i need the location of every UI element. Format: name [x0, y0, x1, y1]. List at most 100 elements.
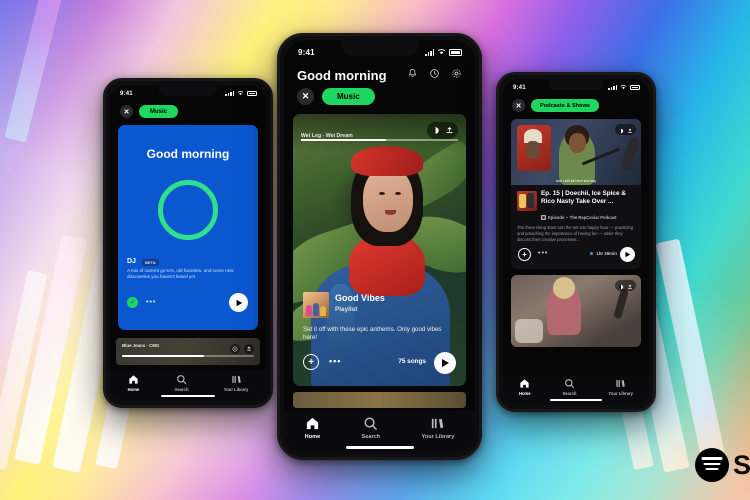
home-icon	[306, 417, 319, 429]
nav-search-label: Search	[562, 391, 577, 396]
share-icon[interactable]	[244, 344, 254, 354]
home-indicator	[550, 398, 602, 401]
dj-card[interactable]: Good morning DJ BETA A mix of current go…	[118, 125, 258, 330]
nav-home[interactable]: Home	[305, 416, 320, 440]
share-icon[interactable]	[627, 277, 633, 295]
battery-icon	[247, 91, 257, 96]
wifi-icon	[237, 90, 244, 98]
playlist-song-count: 75 songs	[398, 358, 426, 365]
now-playing-title: Blue Jeans · CMG	[122, 343, 160, 348]
episode-caption: and I will sit here and say	[555, 179, 597, 183]
spotify-logo-icon	[694, 448, 729, 482]
share-icon[interactable]	[627, 121, 633, 139]
playlist-more-icon[interactable]: •••	[329, 356, 341, 366]
nav-search-label: Search	[361, 433, 381, 440]
add-icon[interactable]: +	[518, 248, 531, 261]
check-icon[interactable]: ✓	[127, 297, 138, 308]
cellular-signal-icon	[225, 91, 234, 96]
second-episode-card[interactable]	[511, 275, 641, 347]
dj-more-icon[interactable]: •••	[146, 299, 156, 306]
speaker-mute-icon[interactable]	[618, 121, 624, 139]
episode-video: and I will sit here and say	[511, 119, 641, 185]
notch	[341, 40, 418, 56]
nav-home[interactable]: Home	[127, 374, 140, 392]
library-icon	[231, 376, 241, 383]
status-time: 9:41	[120, 90, 133, 97]
nav-search[interactable]: Search	[361, 416, 381, 440]
filter-pill-podcasts[interactable]: Podcasts & Shows	[531, 99, 600, 112]
episode-type: Episode	[548, 215, 565, 220]
header-center: Good morning	[284, 66, 475, 84]
episode-separator: •	[566, 215, 568, 220]
home-icon	[520, 379, 529, 388]
close-icon[interactable]: ✕	[512, 99, 525, 112]
speaker-icon[interactable]	[230, 344, 240, 354]
nav-library[interactable]: Your Library	[223, 374, 249, 392]
nav-home-label: Home	[127, 387, 140, 392]
search-icon	[565, 379, 575, 389]
nav-search[interactable]: Search	[175, 374, 189, 392]
play-icon	[625, 251, 631, 258]
episode-show: The RapCaviar Podcast	[569, 215, 617, 220]
nav-library[interactable]: Your Library	[608, 378, 633, 396]
play-icon	[442, 359, 449, 367]
status-time: 9:41	[298, 48, 315, 57]
filter-pill-music[interactable]: Music	[322, 88, 375, 105]
phone-right-screen: 9:41 ✕ Podcasts & Shows and I will sit h…	[503, 79, 649, 405]
add-icon[interactable]: +	[303, 354, 319, 370]
episode-more-icon[interactable]: •••	[538, 250, 548, 257]
clock-icon[interactable]	[429, 66, 440, 84]
video-controls	[427, 122, 458, 139]
dj-orb-icon	[158, 180, 218, 240]
phone-center-screen: 9:41 Good morning ✕ Music Wet Leg - Wet …	[284, 40, 475, 453]
playlist-thumbnail	[303, 292, 329, 318]
search-icon	[364, 417, 378, 430]
speaker-mute-icon[interactable]	[431, 122, 440, 140]
wifi-icon	[437, 48, 446, 57]
library-icon	[616, 380, 625, 387]
now-playing-strip-center[interactable]	[293, 392, 466, 408]
close-icon[interactable]: ✕	[297, 88, 314, 105]
spotify-wordmark: S	[732, 449, 750, 480]
episode-duration-label: 1hr 39min	[596, 251, 617, 256]
playlist-description: Set it off with these epic anthems. Only…	[303, 326, 442, 342]
nav-library-label: Your Library	[223, 387, 249, 392]
playlist-video-card[interactable]: Wet Leg - Wet Dream Good Vibes Playlist …	[293, 114, 466, 386]
episode-play-button[interactable]	[620, 247, 635, 262]
nav-library-label: Your Library	[608, 391, 633, 396]
filter-row-left: ✕ Music	[120, 105, 179, 118]
now-playing-progress[interactable]	[122, 355, 254, 357]
filter-row-right: ✕ Podcasts & Shows	[512, 99, 600, 112]
episode-meta: Episode • The RapCaviar Podcast	[541, 215, 617, 220]
cellular-signal-icon	[425, 49, 434, 56]
phone-right: 9:41 ✕ Podcasts & Shows and I will sit h…	[496, 72, 656, 412]
playlist-play-button[interactable]	[434, 352, 456, 374]
dj-greeting: Good morning	[146, 147, 230, 161]
phone-left-screen: 9:41 ✕ Music Good morning DJ BETA A mix …	[110, 85, 266, 401]
notch	[159, 85, 217, 96]
dj-play-button[interactable]	[229, 293, 248, 312]
unplayed-dot-icon	[589, 251, 594, 256]
phone-left: 9:41 ✕ Music Good morning DJ BETA A mix …	[103, 78, 273, 408]
phone-center: 9:41 Good morning ✕ Music Wet Leg - Wet …	[277, 33, 482, 460]
episode-description: The three rising stars turn the set into…	[517, 225, 633, 242]
close-icon[interactable]: ✕	[120, 105, 133, 118]
nav-library-label: Your Library	[421, 433, 455, 440]
filter-pill-music[interactable]: Music	[139, 105, 179, 118]
now-playing-bar-left[interactable]: Blue Jeans · CMG	[116, 338, 260, 365]
home-indicator	[345, 446, 414, 449]
share-icon[interactable]	[445, 122, 454, 140]
nav-home-label: Home	[518, 391, 531, 396]
bell-icon[interactable]	[407, 66, 418, 84]
dj-name: DJ	[127, 258, 136, 265]
battery-icon	[630, 85, 640, 90]
search-icon	[177, 375, 187, 385]
speaker-mute-icon[interactable]	[618, 277, 624, 295]
library-icon	[432, 418, 444, 428]
dj-description: A mix of current go-to's, old favorites,…	[127, 268, 234, 280]
nav-search[interactable]: Search	[562, 378, 577, 396]
nav-library[interactable]: Your Library	[421, 416, 455, 440]
episode-card[interactable]: and I will sit here and say Ep. 15 | Doe…	[511, 119, 641, 269]
gear-icon[interactable]	[451, 66, 462, 84]
nav-home[interactable]: Home	[519, 378, 531, 396]
